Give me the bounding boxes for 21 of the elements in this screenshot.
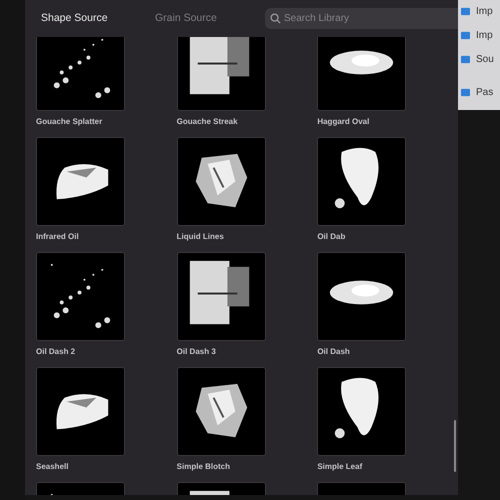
brush-label: Gouache Splatter [36,116,102,128]
brush-label: Infrared Oil [36,231,79,243]
brush-label: Gouache Streak [176,116,238,128]
brush-label: Oil Dash 3 [176,346,216,358]
tab[interactable]: Grain Source [155,10,265,26]
brush-label: Haggard Oval [317,116,370,128]
menu-item[interactable]: Sou [476,52,494,66]
brush-label: Oil Dash 2 [36,346,76,358]
scrollbar[interactable] [454,420,456,472]
brush-label: Liquid Lines [176,231,224,243]
search-icon [270,13,281,24]
tab[interactable]: Shape Source [41,10,155,26]
brush-label: Oil Dab [317,231,346,243]
menu-item[interactable]: Imp [476,4,493,18]
menu-item[interactable]: Imp [476,28,493,42]
menu-item[interactable]: Pas [476,84,494,100]
brush-label: Oil Dash [317,346,350,358]
search-field[interactable]: Search Library [265,8,458,29]
brush-label: Seashell [36,461,68,473]
brush-label: Simple Leaf [317,461,362,473]
brush-label: Simple Blotch [176,461,230,473]
